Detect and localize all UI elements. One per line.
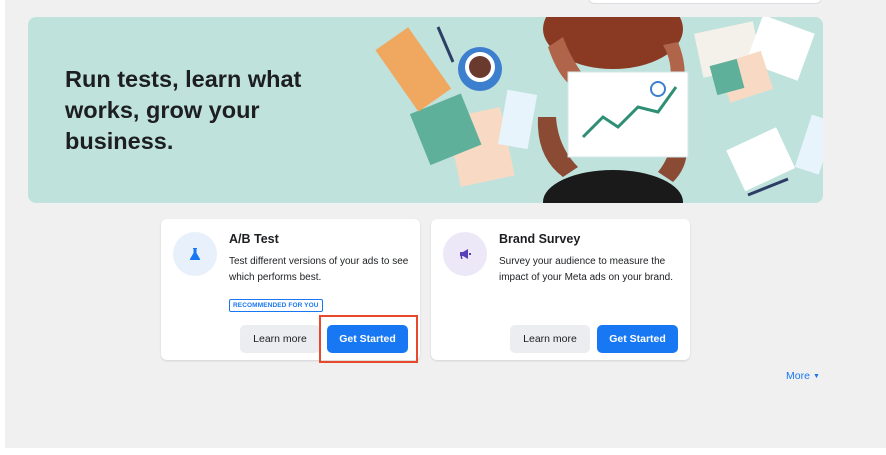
card-title: Brand Survey bbox=[499, 232, 581, 246]
more-label: More bbox=[786, 370, 810, 382]
get-started-button[interactable]: Get Started bbox=[327, 325, 408, 353]
banner-title: Run tests, learn what works, grow your b… bbox=[65, 66, 302, 154]
card-description: Survey your audience to measure the impa… bbox=[499, 256, 673, 283]
search-input[interactable] bbox=[588, 0, 822, 4]
ab-test-card: A/B Test Test different versions of your… bbox=[161, 219, 420, 360]
learn-more-button[interactable]: Learn more bbox=[510, 325, 590, 353]
brand-survey-card: Brand Survey Survey your audience to mea… bbox=[431, 219, 690, 360]
more-link[interactable]: More ▼ bbox=[786, 370, 820, 382]
learn-more-button[interactable]: Learn more bbox=[240, 325, 320, 353]
get-started-button[interactable]: Get Started bbox=[597, 325, 678, 353]
card-description: Test different versions of your ads to s… bbox=[229, 256, 409, 283]
megaphone-icon bbox=[443, 232, 487, 276]
caret-down-icon: ▼ bbox=[812, 372, 820, 380]
hero-banner: Run tests, learn what works, grow your b… bbox=[28, 17, 823, 203]
recommended-badge: RECOMMENDED FOR YOU bbox=[229, 299, 323, 312]
banner-illustration bbox=[358, 17, 823, 203]
card-title: A/B Test bbox=[229, 232, 279, 246]
flask-icon bbox=[173, 232, 217, 276]
